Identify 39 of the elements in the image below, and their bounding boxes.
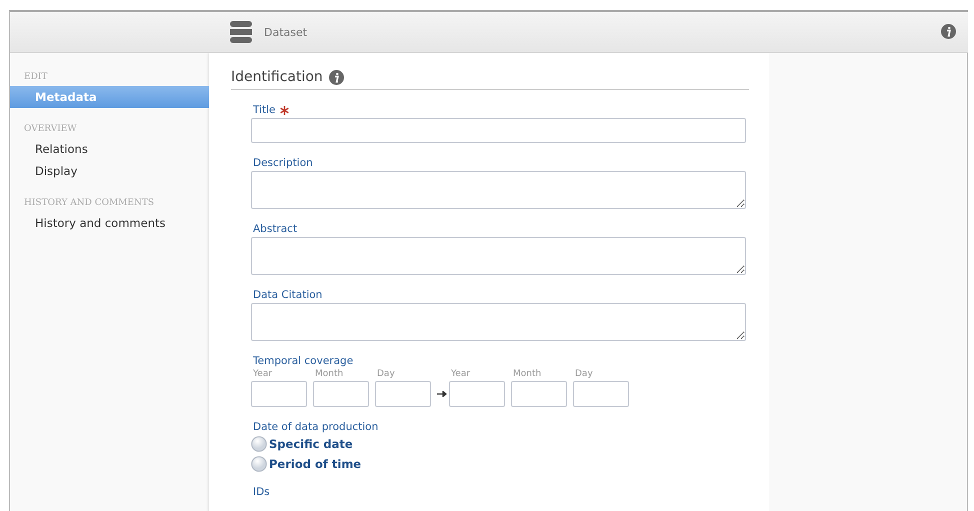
field-label: Description	[253, 157, 313, 169]
sidebar-item[interactable]: Relations	[10, 138, 209, 160]
text-area-field[interactable]	[251, 237, 746, 275]
date-input-field[interactable]	[375, 381, 431, 407]
date-input-field[interactable]	[251, 381, 307, 407]
field-label: Title	[253, 104, 276, 116]
text-area-field[interactable]	[251, 171, 746, 209]
date-input-field[interactable]	[313, 381, 369, 407]
date-part-label: Month	[315, 369, 344, 379]
date-input-field[interactable]	[449, 381, 505, 407]
header-title: Dataset	[264, 26, 308, 38]
radio-option[interactable]: Specific date	[251, 436, 746, 452]
radio-icon[interactable]	[251, 456, 267, 472]
info-icon[interactable]	[328, 70, 344, 84]
radio-icon[interactable]	[251, 436, 267, 452]
sidebar-item[interactable]: Display	[10, 160, 209, 182]
section-heading: Identification	[231, 69, 323, 85]
sidebar-item[interactable]: History and comments	[10, 212, 209, 234]
date-part-label: Year	[253, 369, 274, 379]
radio-option[interactable]: Period of time	[251, 456, 746, 472]
arrow-icon	[437, 391, 447, 397]
date-input-field[interactable]	[573, 381, 629, 407]
date-part-label: Day	[377, 369, 396, 379]
sidebar-heading: HISTORY AND COMMENTS	[23, 198, 156, 208]
sidebar-heading: EDIT	[23, 72, 48, 82]
field-label: Date of data production	[253, 421, 378, 433]
text-area-field[interactable]	[251, 303, 746, 341]
field-label: Data Citation	[253, 289, 322, 301]
date-input-field[interactable]	[511, 381, 567, 407]
date-part-label: Day	[575, 369, 594, 379]
database-icon	[230, 21, 252, 43]
info-icon[interactable]	[941, 24, 956, 39]
title-input-field[interactable]	[251, 118, 746, 143]
section-label: IDs	[253, 486, 270, 498]
date-part-label: Month	[513, 369, 542, 379]
field-label: Abstract	[253, 223, 298, 235]
sidebar-heading: OVERVIEW	[23, 124, 78, 134]
field-label: Temporal coverage	[253, 355, 354, 367]
date-part-label: Year	[451, 369, 472, 379]
